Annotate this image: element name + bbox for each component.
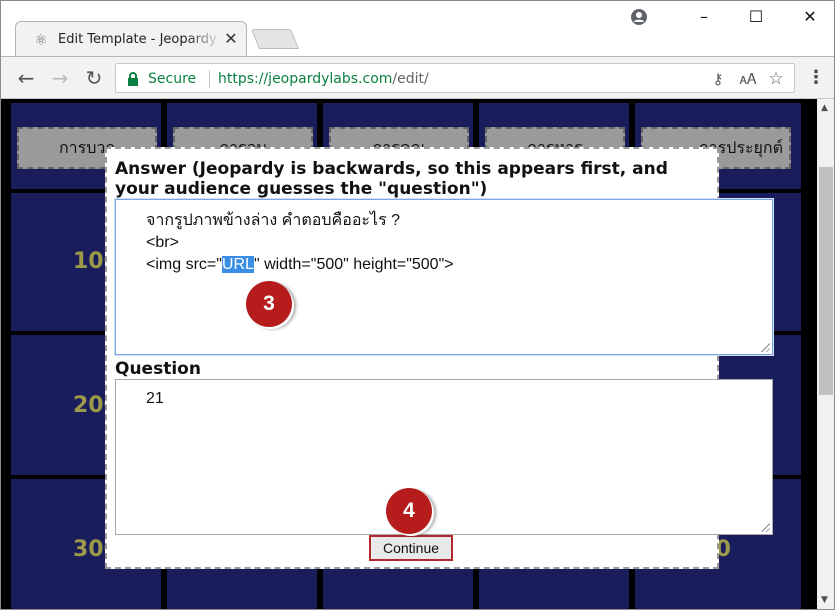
url-path: /edit/	[392, 71, 429, 87]
question-text: 21	[146, 390, 164, 407]
browser-window: ⚛ Edit Template - Jeopardy ✕ – ☐ ✕ ← → ↻…	[0, 0, 835, 610]
answer-line-2: <br>	[146, 234, 179, 251]
omnibox-separator	[209, 70, 210, 88]
answer-line-3-suffix: " width="500" height="500">	[253, 256, 454, 273]
selected-url-text: URL	[221, 256, 254, 273]
forward-arrow-icon[interactable]: →	[47, 65, 73, 91]
step-3-callout: 3	[246, 281, 292, 327]
maximize-icon[interactable]: ☐	[733, 1, 779, 33]
new-tab-button[interactable]	[250, 29, 300, 49]
scrollbar-thumb[interactable]	[819, 167, 833, 395]
secure-label: Secure	[148, 71, 197, 87]
title-bar: ⚛ Edit Template - Jeopardy ✕ – ☐ ✕	[1, 1, 834, 57]
browser-tab[interactable]: ⚛ Edit Template - Jeopardy ✕	[15, 21, 247, 57]
answer-label: Answer (Jeopardy is backwards, so this a…	[115, 159, 668, 199]
back-arrow-icon[interactable]: ←	[13, 65, 39, 91]
bookmark-star-icon[interactable]: ☆	[766, 69, 786, 89]
answer-line-1: จากรูปภาพข้างล่าง คำตอบคืออะไร ?	[146, 212, 400, 229]
question-textarea[interactable]: 21	[115, 379, 773, 535]
step-4-callout: 4	[386, 488, 432, 534]
atom-favicon-icon: ⚛	[34, 31, 48, 49]
translate-icon[interactable]: 🗚	[738, 69, 758, 89]
url-host: https://jeopardylabs.com	[218, 71, 393, 87]
url-text[interactable]: https://jeopardylabs.com/edit/	[218, 70, 429, 88]
scroll-down-arrow-icon[interactable]: ▼	[821, 595, 828, 605]
browser-menu-icon[interactable]: ⋮	[807, 67, 825, 89]
key-icon[interactable]: ⚷	[708, 69, 728, 89]
resize-grip-icon[interactable]	[760, 342, 770, 352]
question-label: Question	[115, 359, 201, 379]
continue-button[interactable]: Continue	[369, 535, 453, 561]
resize-grip-icon[interactable]	[760, 522, 770, 532]
browser-toolbar: ← → ↻ Secure https://jeopardylabs.com/ed…	[1, 57, 834, 99]
answer-line-3-prefix: <img src="	[146, 256, 222, 273]
scroll-up-arrow-icon[interactable]: ▲	[821, 103, 828, 113]
answer-text: จากรูปภาพข้างล่าง คำตอบคืออะไร ? <br> <i…	[146, 210, 454, 276]
reload-icon[interactable]: ↻	[81, 65, 107, 91]
tab-title-fade	[186, 28, 222, 52]
close-tab-icon[interactable]: ✕	[222, 29, 240, 49]
vertical-scrollbar[interactable]: ▲ ▼	[817, 99, 834, 609]
address-bar[interactable]: Secure https://jeopardylabs.com/edit/ ⚷ …	[115, 63, 795, 93]
lock-icon	[128, 72, 138, 86]
minimize-icon[interactable]: –	[681, 1, 727, 33]
profile-icon[interactable]	[629, 7, 649, 27]
window-close-icon[interactable]: ✕	[787, 1, 833, 33]
answer-textarea[interactable]: จากรูปภาพข้างล่าง คำตอบคืออะไร ? <br> <i…	[115, 199, 773, 355]
